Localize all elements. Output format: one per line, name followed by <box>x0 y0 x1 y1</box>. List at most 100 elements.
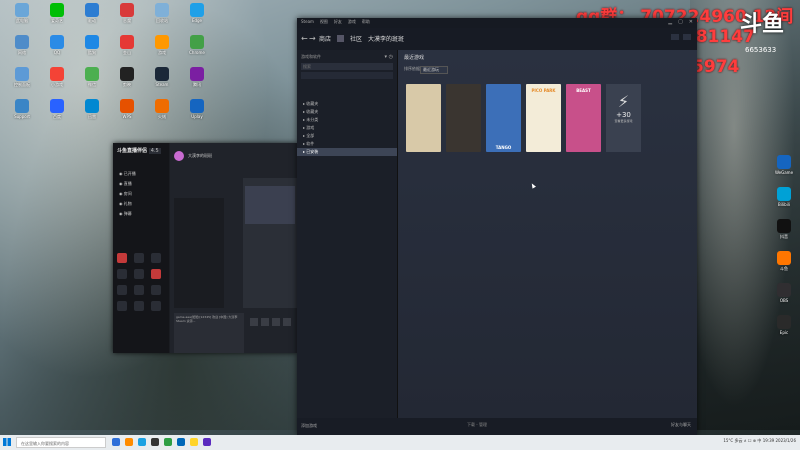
desktop-icon[interactable]: 驱动 <box>73 3 111 28</box>
library-item[interactable]: ▸ 收藏夹 <box>297 108 397 116</box>
notification-icon[interactable] <box>671 34 679 40</box>
game-tile[interactable]: TANGO <box>486 84 521 152</box>
downloads-link[interactable]: 下载 - 管理 <box>467 422 487 428</box>
back-arrow-icon[interactable]: ← <box>301 34 308 43</box>
start-button[interactable] <box>3 438 11 446</box>
maximize-icon[interactable]: ▢ <box>678 19 683 25</box>
desktop-icon[interactable]: 控制面板 <box>3 67 41 92</box>
library-item[interactable]: ▸ 全部 <box>297 132 397 140</box>
avatar[interactable] <box>174 151 184 161</box>
speaker-icon[interactable] <box>272 318 280 326</box>
desktop-icon[interactable]: 此电脑 <box>3 3 41 28</box>
system-tray[interactable]: 15°C 多云 ∧ ☐ ⊕ 中 19:39 2023/1/26 <box>723 438 796 444</box>
forward-arrow-icon[interactable]: → <box>309 34 316 43</box>
app-row[interactable]: ◉ 弹幕 <box>119 211 132 217</box>
tool-icon[interactable] <box>134 285 144 295</box>
tool-icon[interactable] <box>134 253 144 263</box>
app-row[interactable]: ◉ 已开播 <box>119 171 136 177</box>
sort-dropdown[interactable]: 最近游玩 <box>420 66 448 74</box>
tool-icon[interactable] <box>151 253 161 263</box>
shelf-title[interactable]: 最近游戏 <box>404 54 424 61</box>
desktop-icon[interactable]: WPS <box>108 99 146 124</box>
tool-icon[interactable] <box>151 285 161 295</box>
tool-icon[interactable] <box>151 269 161 279</box>
tool-icon[interactable] <box>117 301 127 311</box>
desktop-icon[interactable]: 迅雷 <box>73 99 111 124</box>
game-tile[interactable] <box>446 84 481 152</box>
tool-icon[interactable] <box>117 253 127 263</box>
desktop-icon[interactable]: 百度 <box>38 99 76 124</box>
desktop-icon[interactable]: 爱奇艺 <box>38 3 76 28</box>
nav-store[interactable]: 商店 <box>319 34 331 43</box>
minimize-icon[interactable]: ▁ <box>668 19 672 25</box>
sidebar-header[interactable]: 游戏和软件 <box>301 54 321 60</box>
menu-item[interactable]: 视图 <box>320 19 328 25</box>
taskbar-app-icon[interactable] <box>164 438 172 446</box>
desktop-icon[interactable]: Bilibili <box>765 187 800 212</box>
desktop-icon[interactable]: Epic <box>765 315 800 340</box>
menu-item[interactable]: 帮助 <box>362 19 370 25</box>
desktop-icon[interactable]: 网络 <box>3 35 41 60</box>
nav-profile[interactable]: 大漠李的斑斑 <box>368 34 404 43</box>
library-item[interactable]: ▸ 软件 <box>297 140 397 148</box>
settings-icon[interactable] <box>283 318 291 326</box>
game-tile[interactable]: PICO PARK <box>526 84 561 152</box>
game-tile[interactable] <box>406 84 441 152</box>
library-search-input[interactable] <box>301 63 393 70</box>
mic-icon[interactable] <box>261 318 269 326</box>
chat-list[interactable] <box>174 198 224 308</box>
desktop-icon[interactable]: WeGame <box>765 155 800 180</box>
desktop-icon[interactable]: Uplay <box>178 99 216 124</box>
menu-item[interactable]: 游戏 <box>348 19 356 25</box>
more-games-tile[interactable]: ⚡ +30 查看更多游戏 <box>606 84 641 152</box>
stream-app-window[interactable]: 斗鱼直播伴侣 4.5 ◉ 已开播 ◉ 直播 ◉ 房间 ◉ 礼物 ◉ 弹幕 大漠李… <box>113 143 298 353</box>
taskbar-app-icon[interactable] <box>138 438 146 446</box>
taskbar-app-icon[interactable] <box>125 438 133 446</box>
library-item[interactable]: ▸ 收藏夹 <box>297 100 397 108</box>
game-tile[interactable]: BEAST <box>566 84 601 152</box>
desktop-icon[interactable]: QQ <box>38 35 76 60</box>
desktop-icon[interactable]: 金山 <box>108 35 146 60</box>
desktop-icon[interactable]: Edge <box>178 3 216 28</box>
tool-icon[interactable] <box>117 269 127 279</box>
friends-chat-button[interactable]: 好友与聊天 <box>671 422 691 428</box>
desktop-icon[interactable]: 小游戏 <box>38 67 76 92</box>
library-item[interactable]: ▸ 游戏 <box>297 124 397 132</box>
desktop-icon[interactable]: OBS <box>765 283 800 308</box>
desktop-icon[interactable]: Steam <box>143 67 181 92</box>
tool-icon[interactable] <box>134 301 144 311</box>
desktop-icon[interactable]: 回收站 <box>143 3 181 28</box>
desktop-icon[interactable]: Support <box>3 99 41 124</box>
library-item[interactable]: ▸ 未分类 <box>297 116 397 124</box>
desktop-icon[interactable]: 斗鱼 <box>765 251 800 276</box>
app-row[interactable]: ◉ 直播 <box>119 181 132 187</box>
desktop-icon[interactable]: 火绒 <box>143 99 181 124</box>
add-game-button[interactable]: 添加游戏 <box>301 423 317 429</box>
taskbar-search[interactable]: 在这里输入你要搜索的内容 <box>16 437 106 448</box>
desktop-icon[interactable]: 剪映 <box>108 67 146 92</box>
taskbar-app-icon[interactable] <box>203 438 211 446</box>
desktop-icon[interactable]: 游戏 <box>143 35 181 60</box>
taskbar-app-icon[interactable] <box>177 438 185 446</box>
taskbar-app-icon[interactable] <box>151 438 159 446</box>
app-row[interactable]: ◉ 房间 <box>119 191 132 197</box>
library-item-selected[interactable]: ▸ 已安装 <box>297 148 397 156</box>
nav-community[interactable]: 社区 <box>350 34 362 43</box>
tool-icon[interactable] <box>117 285 127 295</box>
taskbar-app-icon[interactable] <box>112 438 120 446</box>
desktop-icon[interactable]: 微信 <box>73 67 111 92</box>
taskbar-app-icon[interactable] <box>190 438 198 446</box>
friends-icon[interactable] <box>683 34 691 40</box>
desktop-icon[interactable]: 酷狗 <box>73 35 111 60</box>
camera-icon[interactable] <box>250 318 258 326</box>
tool-icon[interactable] <box>151 301 161 311</box>
desktop-icon[interactable]: 腾讯 <box>178 67 216 92</box>
app-row[interactable]: ◉ 礼物 <box>119 201 132 207</box>
desktop-icon[interactable]: 恶魔 <box>108 3 146 28</box>
tool-icon[interactable] <box>134 269 144 279</box>
library-filter[interactable] <box>301 72 393 79</box>
sidebar-tools[interactable]: ▾ ◷ <box>385 54 393 60</box>
desktop-icon[interactable]: Chrome <box>178 35 216 60</box>
close-icon[interactable]: ✕ <box>689 19 693 25</box>
menu-item[interactable]: 好友 <box>334 19 342 25</box>
